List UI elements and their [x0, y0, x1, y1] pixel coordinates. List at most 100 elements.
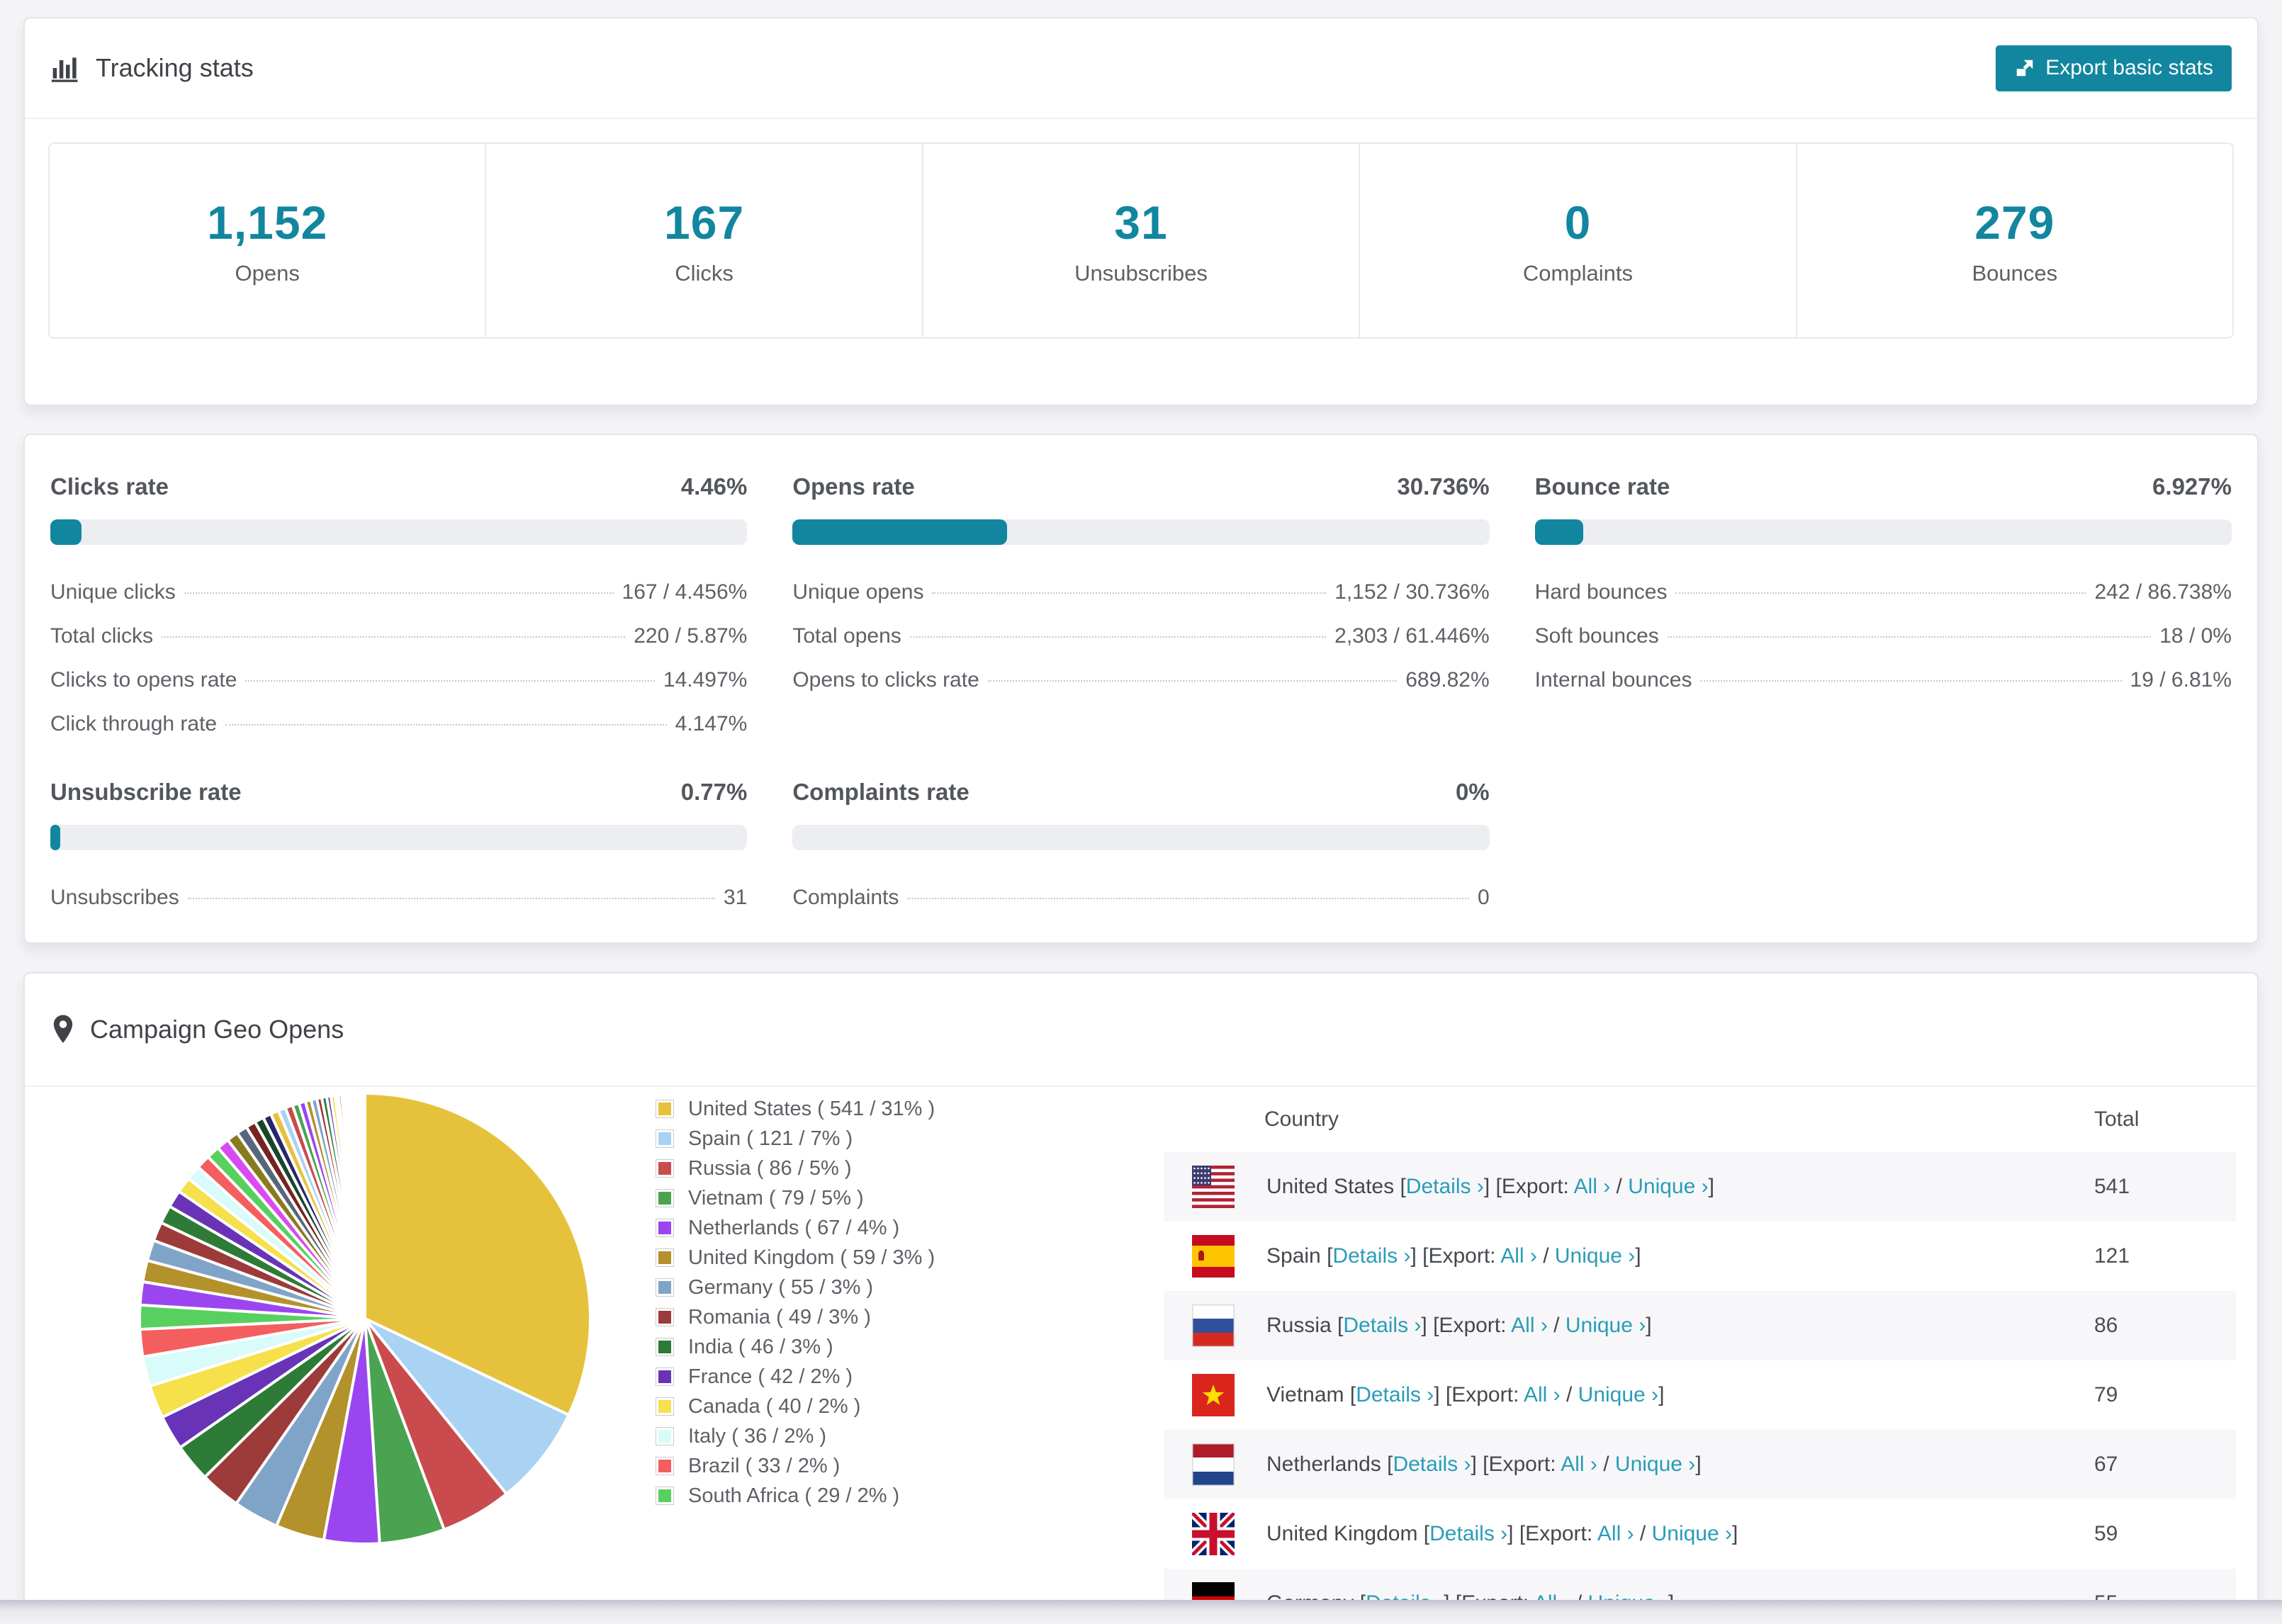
details-link[interactable]: Details › — [1356, 1383, 1434, 1406]
legend-color-swatch — [656, 1219, 674, 1237]
stat-label: Clicks — [675, 260, 734, 286]
bracket: ] — [1635, 1244, 1641, 1268]
export-icon — [2014, 57, 2035, 79]
details-link[interactable]: Details › — [1343, 1314, 1421, 1337]
geo-title: Campaign Geo Opens — [90, 1015, 344, 1044]
dotted-leader — [1700, 680, 2122, 682]
export-label: [Export: — [1483, 1453, 1561, 1476]
dotted-leader — [184, 592, 614, 594]
country-cell: Netherlands [Details ›] [Export: All › /… — [1266, 1453, 1702, 1477]
campaign-geo-opens-card: Campaign Geo Opens United States ( 541 /… — [23, 972, 2259, 1624]
legend-color-swatch — [656, 1427, 674, 1445]
legend-label: Canada ( 40 / 2% ) — [688, 1394, 861, 1418]
legend-color-swatch — [656, 1368, 674, 1386]
export-basic-stats-button[interactable]: Export basic stats — [1996, 45, 2232, 91]
details-link[interactable]: Details › — [1332, 1244, 1410, 1268]
export-all-link[interactable]: All › — [1574, 1175, 1611, 1198]
vn-flag-icon — [1192, 1374, 1235, 1416]
legend-item: Vietnam ( 79 / 5% ) — [656, 1187, 935, 1209]
export-all-link[interactable]: All › — [1597, 1522, 1634, 1545]
export-all-link[interactable]: All › — [1511, 1314, 1548, 1337]
metric-row: Total opens 2,303 / 61.446% — [792, 614, 1489, 658]
bracket: ] — [1646, 1314, 1652, 1337]
progress-fill — [1534, 519, 1583, 545]
progress-track — [50, 825, 748, 850]
country-name: United Kingdom — [1266, 1522, 1424, 1545]
metric-row: Hard bounces 242 / 86.738% — [1535, 570, 2232, 614]
table-row-us: United States [Details ›] [Export: All ›… — [1164, 1152, 2236, 1222]
rate-head: Bounce rate 6.927% — [1535, 473, 2232, 500]
export-unique-link[interactable]: Unique › — [1615, 1453, 1695, 1476]
export-label: [Export: — [1445, 1383, 1524, 1406]
dotted-leader — [187, 898, 715, 899]
export-unique-link[interactable]: Unique › — [1628, 1175, 1708, 1198]
rate-head: Unsubscribe rate 0.77% — [50, 779, 747, 806]
legend-color-swatch — [656, 1248, 674, 1267]
legend-label: United Kingdom ( 59 / 3% ) — [688, 1246, 935, 1269]
export-all-link[interactable]: All › — [1561, 1453, 1597, 1476]
export-all-link[interactable]: All › — [1524, 1383, 1561, 1406]
metric-label: Unique opens — [792, 580, 924, 604]
pie-slice-other[interactable] — [362, 1091, 366, 1319]
legend-label: Netherlands ( 67 / 4% ) — [688, 1216, 900, 1239]
rate-value: 0% — [1455, 779, 1490, 805]
country-name: United States — [1266, 1175, 1400, 1198]
details-link[interactable]: Details › — [1429, 1522, 1507, 1545]
export-label: [Export: — [1495, 1175, 1574, 1198]
legend-color-swatch — [656, 1308, 674, 1326]
rate-title: Opens rate — [792, 473, 915, 500]
export-all-link[interactable]: All › — [1500, 1244, 1537, 1268]
rate-head: Opens rate 30.736% — [792, 473, 1489, 500]
rate-title: Bounce rate — [1534, 473, 1670, 500]
pie-chart-legend: United States ( 541 / 31% ) Spain ( 121 /… — [656, 1098, 935, 1515]
bottom-scrollbar-strip[interactable] — [0, 1600, 2282, 1624]
export-unique-link[interactable]: Unique › — [1578, 1383, 1658, 1406]
legend-label: Germany ( 55 / 3% ) — [688, 1275, 874, 1299]
legend-color-swatch — [656, 1338, 674, 1356]
export-unique-link[interactable]: Unique › — [1652, 1522, 1732, 1545]
stat-value: 279 — [1974, 196, 2055, 249]
legend-item: Netherlands ( 67 / 4% ) — [656, 1217, 935, 1239]
country-cell: United States [Details ›] [Export: All ›… — [1266, 1175, 1714, 1199]
metric-list: Unsubscribes 31 — [50, 876, 747, 920]
legend-item: United States ( 541 / 31% ) — [656, 1098, 935, 1120]
metric-value: 31 — [723, 886, 748, 909]
stat-label: Opens — [235, 260, 300, 286]
stat-label: Complaints — [1522, 260, 1633, 286]
geo-content: United States ( 541 / 31% ) Spain ( 121 /… — [25, 1087, 2257, 1623]
legend-item: France ( 42 / 2% ) — [656, 1365, 935, 1388]
stat-label: Unsubscribes — [1074, 260, 1208, 286]
legend-color-swatch — [656, 1278, 674, 1297]
metric-row: Unique clicks 167 / 4.456% — [50, 570, 747, 614]
column-header-country: Country — [1264, 1107, 1339, 1131]
details-link[interactable]: Details › — [1406, 1175, 1484, 1198]
details-link[interactable]: Details › — [1393, 1453, 1471, 1476]
metric-list: Unique opens 1,152 / 30.736% Total opens 2,… — [792, 570, 1489, 702]
gb-flag-icon — [1192, 1513, 1235, 1555]
bracket: ] — [1695, 1453, 1702, 1476]
rate-title: Complaints rate — [792, 779, 969, 805]
header-divider — [25, 118, 2257, 119]
metric-row: Unsubscribes 31 — [50, 876, 747, 920]
legend-item: Italy ( 36 / 2% ) — [656, 1425, 935, 1448]
legend-color-swatch — [656, 1189, 674, 1207]
legend-label: India ( 46 / 3% ) — [688, 1335, 833, 1358]
stat-box-clicks: 167 Clicks — [486, 144, 923, 337]
legend-item: Germany ( 55 / 3% ) — [656, 1275, 935, 1299]
legend-color-swatch — [656, 1487, 674, 1505]
geo-table-header-row: Country Total — [1164, 1087, 2236, 1152]
slash-separator: / — [1610, 1175, 1629, 1198]
export-unique-link[interactable]: Unique › — [1555, 1244, 1635, 1268]
rate-value: 30.736% — [1397, 473, 1490, 500]
export-unique-link[interactable]: Unique › — [1566, 1314, 1646, 1337]
progress-track — [1534, 519, 2232, 545]
rate-panel-unsubscribe-rate: Unsubscribe rate 0.77% Unsubscribes 31 — [50, 779, 748, 920]
progress-fill — [50, 825, 60, 850]
legend-label: Spain ( 121 / 7% ) — [688, 1127, 853, 1150]
table-row-es: Spain [Details ›] [Export: All › / Uniqu… — [1164, 1222, 2236, 1291]
total-cell: 79 — [2094, 1383, 2118, 1406]
metric-row: Click through rate 4.147% — [50, 702, 747, 746]
slash-separator: / — [1597, 1453, 1615, 1476]
tracking-stats-card: Tracking stats Export basic stats 1,152 O… — [23, 17, 2259, 406]
rate-value: 4.46% — [680, 473, 748, 500]
